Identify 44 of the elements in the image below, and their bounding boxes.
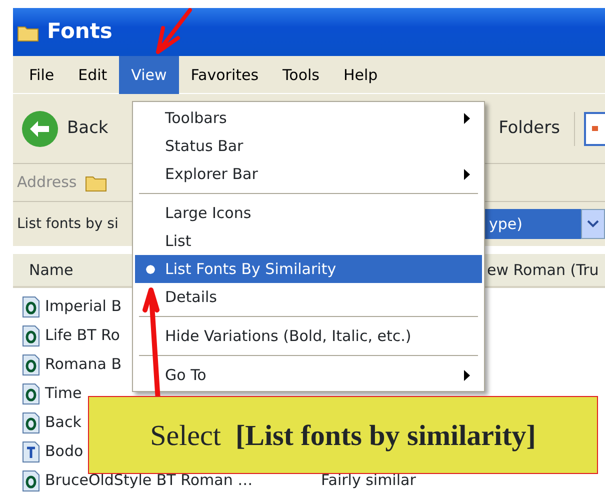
view-icon[interactable]	[574, 112, 605, 146]
opentype-font-icon	[21, 382, 41, 405]
menu-item[interactable]: Favorites	[178, 56, 271, 94]
window-title: Fonts	[47, 18, 112, 46]
font-name[interactable]: Romana B	[45, 355, 122, 374]
font-name[interactable]: Bodo	[45, 442, 84, 460]
menu-item[interactable]: Status Bar	[135, 132, 482, 160]
font-name[interactable]: Life BT Ro	[45, 326, 120, 344]
font-name[interactable]: Time	[45, 384, 82, 402]
menu-item[interactable]: Toolbars	[135, 104, 482, 132]
menu-item[interactable]: Hide Variations (Bold, Italic, etc.)	[135, 322, 482, 350]
menu-item[interactable]: Large Icons	[135, 199, 482, 227]
dropdown-chevron-icon[interactable]	[581, 209, 605, 239]
callout-text: Select [List fonts by similarity]	[88, 396, 598, 474]
column-header[interactable]: ew Roman (Tru	[487, 258, 599, 282]
menu-item[interactable]: Details	[135, 283, 482, 311]
font-name[interactable]: BruceOldStyle BT Roman …	[45, 471, 253, 490]
opentype-font-icon	[21, 324, 41, 347]
menu-item[interactable]: Edit	[66, 56, 120, 94]
address-label: Address	[17, 172, 77, 194]
opentype-font-icon	[21, 295, 41, 318]
submenu-arrow-icon	[464, 370, 470, 380]
submenu-arrow-icon	[464, 112, 470, 124]
radio-dot-icon	[146, 265, 155, 274]
folders-button[interactable]: Folders	[498, 116, 560, 142]
back-button[interactable]: Back	[21, 110, 108, 148]
menu-item[interactable]: Go To	[135, 361, 482, 389]
menu-item[interactable]: List	[135, 227, 482, 255]
opentype-font-icon	[21, 411, 41, 434]
opentype-font-icon	[21, 469, 41, 492]
menu-item[interactable]: View	[119, 56, 179, 94]
menu-item[interactable]: Help	[332, 56, 390, 94]
submenu-arrow-icon	[464, 168, 470, 180]
font-name[interactable]: Back	[45, 413, 82, 432]
menu-item[interactable]: File	[17, 56, 66, 94]
annotation-arrow	[156, 8, 192, 54]
truetype-font-icon	[21, 440, 41, 463]
similarity-label: List fonts by si	[16, 214, 118, 234]
font-name[interactable]: Imperial B	[45, 297, 122, 316]
font-dropdown[interactable]: ype)	[483, 209, 581, 239]
menu-item[interactable]: Explorer Bar	[135, 160, 482, 188]
menu-item[interactable]: Tools	[270, 56, 332, 94]
opentype-font-icon	[21, 353, 41, 376]
menu-item[interactable]: List Fonts By Similarity	[135, 255, 482, 283]
